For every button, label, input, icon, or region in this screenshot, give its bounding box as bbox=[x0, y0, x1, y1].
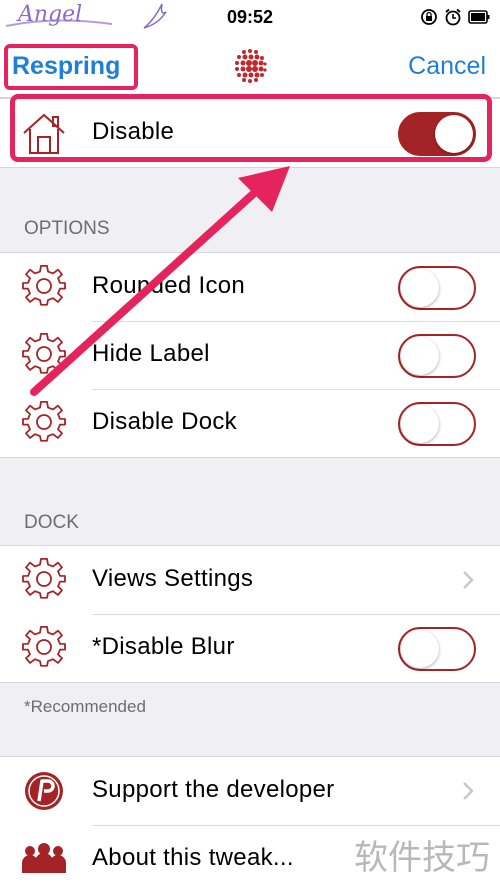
options-header: OPTIONS bbox=[24, 218, 110, 239]
respring-highlight-box bbox=[4, 44, 138, 90]
option-label: Disable Dock bbox=[92, 408, 237, 435]
gear-icon bbox=[22, 558, 66, 599]
toggle-knob bbox=[401, 630, 439, 668]
gear-icon bbox=[22, 333, 66, 374]
support-developer-row[interactable]: Support the developer bbox=[0, 757, 500, 825]
rotation-lock-icon bbox=[421, 9, 437, 25]
rounded-icon-toggle[interactable] bbox=[398, 266, 476, 310]
toggle-knob bbox=[401, 269, 439, 307]
option-label: Hide Label bbox=[92, 340, 210, 367]
options-group: Rounded Icon Hide Label Disable Dock bbox=[0, 252, 500, 458]
disable-highlight-box bbox=[10, 94, 492, 162]
support-developer-label: Support the developer bbox=[92, 776, 335, 803]
status-bar: Angel 09:52 bbox=[0, 0, 500, 34]
dot-sphere-icon bbox=[235, 49, 267, 83]
watermark: 软件技巧 bbox=[354, 838, 490, 878]
dock-group: Views Settings *Disable Blur bbox=[0, 545, 500, 683]
about-tweak-label: About this tweak... bbox=[92, 844, 294, 871]
recommended-footnote: *Recommended bbox=[24, 697, 146, 716]
hide-label-toggle[interactable] bbox=[398, 334, 476, 378]
toggle-knob bbox=[401, 337, 439, 375]
views-settings-row[interactable]: Views Settings bbox=[0, 546, 500, 614]
battery-icon bbox=[468, 10, 490, 24]
disable-blur-toggle[interactable] bbox=[398, 627, 476, 671]
views-settings-label: Views Settings bbox=[92, 565, 254, 592]
cancel-button[interactable]: Cancel bbox=[408, 52, 486, 81]
disable-blur-row[interactable]: *Disable Blur bbox=[0, 614, 500, 682]
people-icon bbox=[22, 843, 66, 873]
alarm-icon bbox=[445, 8, 461, 26]
chevron-right-icon bbox=[463, 782, 474, 800]
gear-icon bbox=[22, 401, 66, 442]
option-hide-label[interactable]: Hide Label bbox=[0, 321, 500, 389]
option-label: Rounded Icon bbox=[92, 272, 246, 299]
gear-icon bbox=[22, 265, 66, 306]
paypal-icon bbox=[25, 772, 63, 810]
dock-header: DOCK bbox=[24, 512, 79, 533]
chevron-right-icon bbox=[463, 571, 474, 589]
gear-icon bbox=[22, 626, 66, 667]
disable-dock-toggle[interactable] bbox=[398, 402, 476, 446]
toggle-knob bbox=[401, 405, 439, 443]
option-disable-dock[interactable]: Disable Dock bbox=[0, 389, 500, 457]
disable-blur-label: *Disable Blur bbox=[92, 633, 235, 660]
option-rounded-icon[interactable]: Rounded Icon bbox=[0, 253, 500, 321]
